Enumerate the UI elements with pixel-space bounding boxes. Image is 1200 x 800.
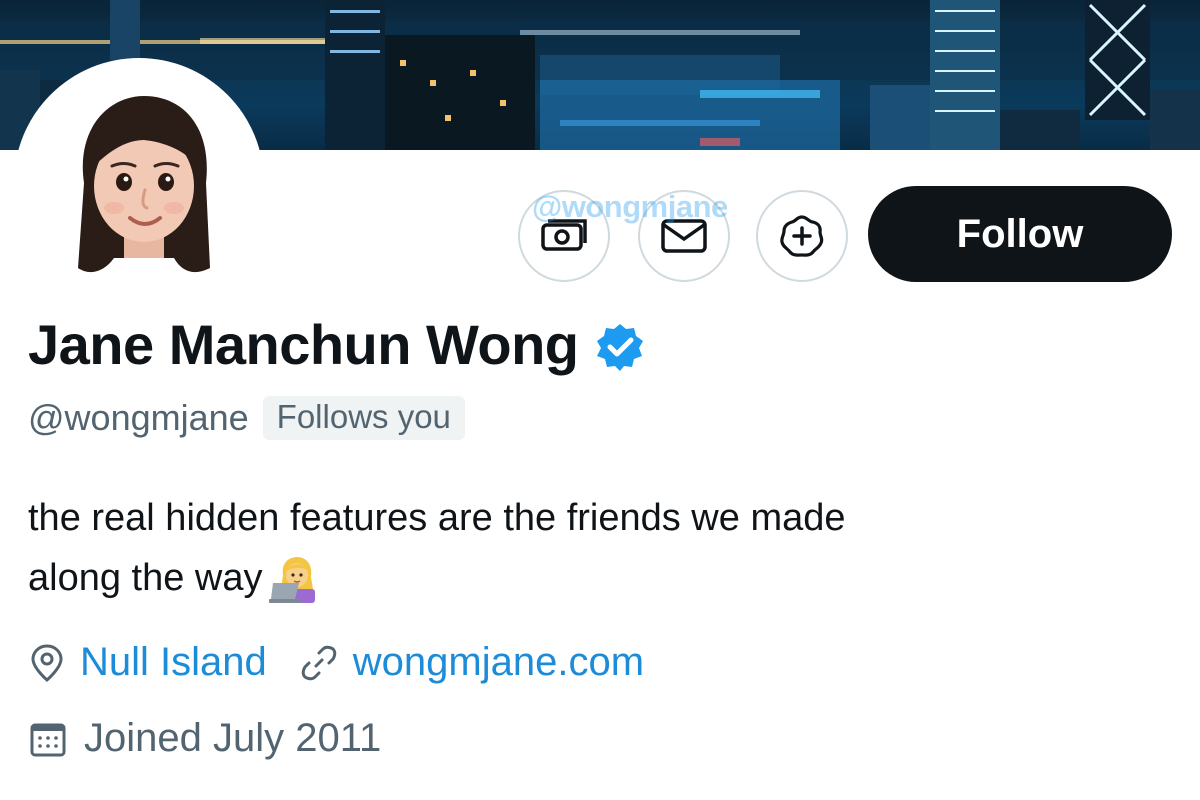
handle-row: @wongmjane Follows you xyxy=(28,396,465,440)
joined-date: Joined July 2011 xyxy=(84,716,382,760)
bio-line-2-wrapper: along the way xyxy=(28,548,1128,608)
display-name: Jane Manchun Wong xyxy=(28,313,579,376)
profile-name-row: Jane Manchun Wong xyxy=(28,312,645,377)
location-link[interactable]: Null Island xyxy=(80,640,267,685)
bio-line-2: along the way xyxy=(28,557,263,599)
link-icon xyxy=(301,645,337,680)
verified-badge-icon xyxy=(596,323,643,371)
woman-technologist-emoji xyxy=(268,556,315,603)
website-link[interactable]: wongmjane.com xyxy=(353,640,644,685)
subscribe-notifications-button[interactable] xyxy=(756,190,848,282)
profile-bio: the real hidden features are the friends… xyxy=(28,488,1128,608)
location-pin-icon xyxy=(31,643,63,682)
profile-avatar[interactable] xyxy=(14,58,264,308)
bio-line-1: the real hidden features are the friends… xyxy=(28,497,846,539)
follows-you-badge: Follows you xyxy=(262,396,465,440)
calendar-icon xyxy=(30,723,66,756)
follow-button[interactable]: Follow xyxy=(868,186,1172,282)
notification-plus-icon xyxy=(780,215,824,257)
joined-date-row: Joined July 2011 xyxy=(28,716,381,761)
watermark-text: @wongmjane xyxy=(532,189,728,224)
profile-meta-row: Null Island wongmjane.com xyxy=(28,640,644,685)
memoji-avatar-illustration xyxy=(78,96,210,273)
username-handle: @wongmjane xyxy=(28,397,249,438)
